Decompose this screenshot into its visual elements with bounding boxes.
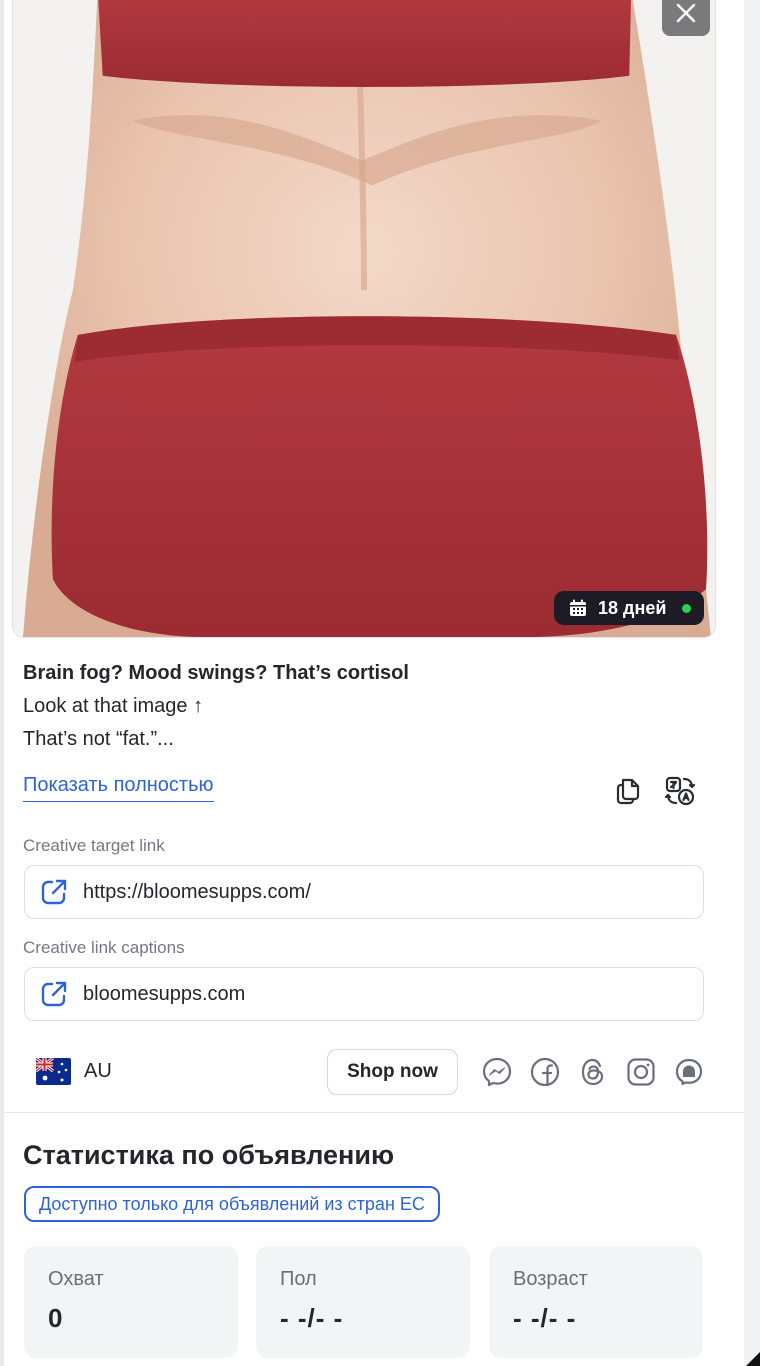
duration-text: 18 дней — [598, 597, 667, 618]
section-divider — [4, 1112, 744, 1113]
age-stat-card: Возраст - -/- - — [489, 1246, 703, 1358]
cta-button[interactable]: Shop now — [327, 1049, 458, 1095]
audience-network-icon[interactable] — [672, 1055, 706, 1089]
stat-label: Возраст — [513, 1268, 588, 1290]
show-full-text-link[interactable]: Показать полностью — [23, 774, 214, 802]
australia-flag-icon — [36, 1058, 71, 1085]
resize-corner — [746, 1352, 760, 1366]
calendar-icon — [570, 599, 586, 616]
translate-icon[interactable] — [663, 774, 697, 808]
ad-body-line: That’s not “fat.”... — [23, 728, 174, 750]
ad-headline: Brain fog? Mood swings? That’s cortisol — [23, 662, 409, 684]
ad-text: Brain fog? Mood swings? That’s cortisol … — [23, 658, 703, 756]
stat-label: Пол — [280, 1268, 317, 1290]
eu-only-notice-badge: Доступно только для объявлений из стран … — [24, 1186, 440, 1222]
active-duration-badge: 18 дней — [554, 591, 704, 625]
close-icon — [676, 3, 696, 23]
gender-stat-card: Пол - -/- - — [256, 1246, 470, 1358]
target-link-url: https://bloomesupps.com/ — [83, 880, 311, 903]
ad-body-line: Look at that image ↑ — [23, 695, 204, 717]
active-status-dot — [682, 603, 692, 613]
close-button[interactable] — [662, 0, 710, 36]
reach-stat-card: Охват 0 — [24, 1246, 238, 1358]
external-link-icon — [41, 879, 67, 905]
link-caption-field[interactable]: bloomesupps.com — [24, 967, 704, 1021]
ad-meta-row: AU Shop now — [24, 1048, 714, 1096]
link-captions-label: Creative link captions — [23, 938, 185, 957]
ad-statistics-title: Статистика по объявлению — [23, 1140, 394, 1170]
external-link-icon — [41, 981, 67, 1007]
threads-icon[interactable] — [576, 1055, 610, 1089]
target-link-field[interactable]: https://bloomesupps.com/ — [24, 865, 704, 919]
creative-photo — [13, 0, 715, 637]
stat-label: Охват — [48, 1268, 104, 1290]
stat-value: - -/- - — [513, 1303, 577, 1333]
ad-creative-image[interactable] — [12, 0, 716, 638]
stat-value: 0 — [48, 1303, 64, 1333]
link-caption-value: bloomesupps.com — [83, 982, 246, 1005]
copy-icon[interactable] — [611, 774, 645, 808]
instagram-icon[interactable] — [624, 1055, 658, 1089]
target-link-label: Creative target link — [23, 836, 165, 855]
country-code: AU — [84, 1060, 112, 1082]
messenger-icon[interactable] — [480, 1055, 514, 1089]
facebook-icon[interactable] — [528, 1055, 562, 1089]
stat-value: - -/- - — [280, 1303, 344, 1333]
